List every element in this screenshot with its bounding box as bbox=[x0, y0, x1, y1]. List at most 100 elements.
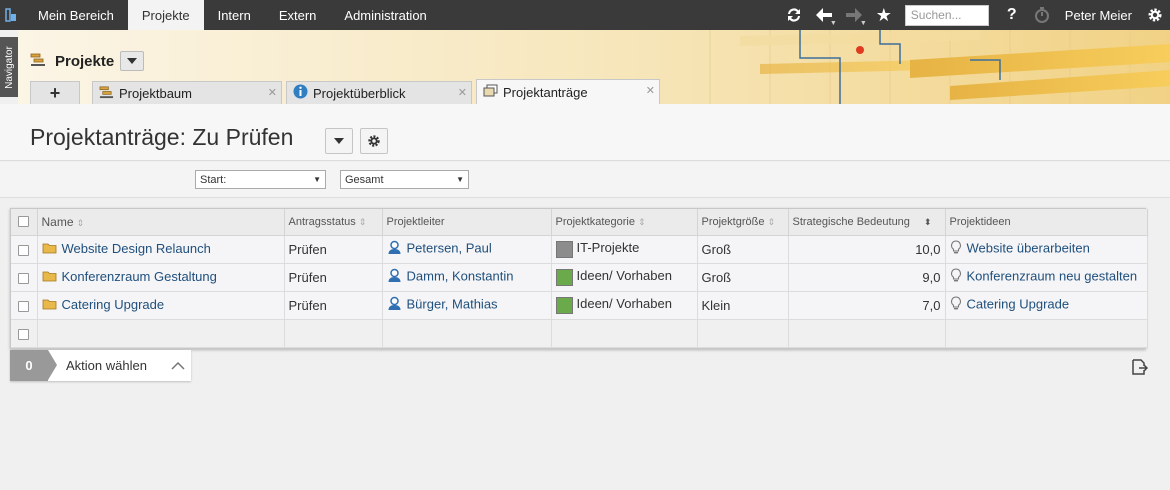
column-header-ideas[interactable]: Projektideen bbox=[945, 209, 1148, 236]
selection-count-badge: 0 bbox=[10, 350, 57, 381]
category-label: Ideen/ Vorhaben bbox=[576, 296, 672, 312]
person-icon bbox=[387, 240, 402, 258]
column-header-status[interactable]: Antragsstatus ⇕ bbox=[284, 209, 383, 236]
leader-link[interactable]: Bürger, Mathias bbox=[407, 296, 498, 311]
table-header-row: Name ⇕ Antragsstatus ⇕ Projektleiter Proje… bbox=[11, 209, 1148, 236]
table-row[interactable]: Website Design Relaunch Prüfen Petersen, P… bbox=[11, 235, 1148, 264]
folder-icon bbox=[42, 270, 57, 285]
idea-link[interactable]: Catering Upgrade bbox=[967, 296, 1070, 311]
page-header: Projektanträge: Zu Prüfen bbox=[0, 104, 1170, 161]
refresh-icon[interactable] bbox=[779, 0, 809, 30]
tab-bar: + Projektbaum ✕ Projektüberblick ✕ Proje… bbox=[30, 79, 664, 104]
nav-item-mein-bereich[interactable]: Mein Bereich bbox=[24, 0, 128, 30]
nav-item-administration[interactable]: Administration bbox=[330, 0, 440, 30]
column-label: Projektgröße bbox=[701, 215, 765, 228]
proposals-table: Name ⇕ Antragsstatus ⇕ Projektleiter Proje… bbox=[10, 208, 1148, 349]
nav-item-intern[interactable]: Intern bbox=[204, 0, 265, 30]
nav-item-projekte[interactable]: Projekte bbox=[127, 0, 204, 30]
folder-icon bbox=[42, 242, 57, 257]
column-label: Projektleiter bbox=[386, 215, 445, 228]
section-menu-button[interactable] bbox=[120, 51, 145, 71]
lightbulb-icon bbox=[950, 296, 962, 314]
cell-size: Groß bbox=[697, 235, 789, 264]
cell-idea: Catering Upgrade bbox=[945, 291, 1148, 320]
cell-leader: Damm, Konstantin bbox=[382, 263, 552, 292]
page-title: Projektanträge: Zu Prüfen bbox=[30, 124, 294, 150]
app-logo-icon[interactable] bbox=[2, 0, 20, 30]
column-header-leader[interactable]: Projektleiter bbox=[382, 209, 552, 236]
leader-link[interactable]: Petersen, Paul bbox=[407, 240, 492, 255]
cell-status: Prüfen bbox=[284, 263, 383, 292]
column-header-size[interactable]: Projektgröße ⇕ bbox=[697, 209, 789, 236]
category-label: IT-Projekte bbox=[576, 240, 640, 256]
idea-link[interactable]: Website überarbeiten bbox=[967, 240, 1090, 255]
project-link[interactable]: Catering Upgrade bbox=[62, 297, 165, 312]
page-menu-button[interactable] bbox=[325, 128, 353, 154]
project-link[interactable]: Website Design Relaunch bbox=[62, 241, 211, 256]
cell-name: Catering Upgrade bbox=[37, 291, 285, 320]
search-input[interactable]: Suchen... bbox=[904, 4, 989, 26]
row-checkbox[interactable] bbox=[18, 328, 30, 340]
idea-link[interactable]: Konferenzraum neu gestalten bbox=[967, 268, 1138, 283]
gear-icon[interactable] bbox=[1140, 0, 1170, 30]
cell-importance: 10,0 bbox=[788, 235, 946, 264]
star-icon[interactable]: ★ bbox=[869, 0, 899, 30]
empty-cell bbox=[382, 319, 552, 348]
select-all-checkbox[interactable] bbox=[18, 216, 30, 228]
export-icon[interactable] bbox=[1130, 358, 1150, 378]
action-select-dropdown[interactable]: Aktion wählen bbox=[48, 350, 191, 381]
nav-item-extern[interactable]: Extern bbox=[265, 0, 331, 30]
section-title: Projekte bbox=[30, 51, 145, 71]
table-row[interactable]: Konferenzraum Gestaltung Prüfen Damm, Kons… bbox=[11, 263, 1148, 292]
row-checkbox[interactable] bbox=[18, 244, 30, 256]
main-content: Projektanträge: Zu Prüfen Start: ▼ Gesam… bbox=[0, 104, 1170, 490]
category-color-swatch bbox=[555, 240, 573, 258]
start-filter-value: Start: bbox=[200, 173, 227, 186]
close-icon[interactable]: ✕ bbox=[268, 86, 277, 99]
empty-row bbox=[11, 319, 1148, 348]
navigator-toggle[interactable]: Navigator bbox=[0, 37, 18, 97]
empty-cell bbox=[284, 319, 383, 348]
row-checkbox[interactable] bbox=[18, 272, 30, 284]
chevron-down-icon: ▼ bbox=[456, 175, 464, 184]
scope-filter-select[interactable]: Gesamt ▼ bbox=[340, 170, 469, 189]
forward-icon[interactable]: ▼ bbox=[839, 0, 869, 30]
user-menu[interactable]: Peter Meier bbox=[1057, 8, 1140, 23]
chevron-down-icon bbox=[334, 138, 344, 144]
close-icon[interactable]: ✕ bbox=[646, 84, 655, 97]
cell-size: Groß bbox=[697, 263, 789, 292]
start-filter-select[interactable]: Start: ▼ bbox=[195, 170, 326, 189]
tab-label: Projektanträge bbox=[503, 84, 588, 100]
top-toolbar: ▼ ▼ ★ Suchen... ? Peter Meier bbox=[779, 0, 1170, 30]
tab-projektantraege[interactable]: Projektanträge ✕ bbox=[476, 79, 660, 104]
column-label: Projektideen bbox=[949, 215, 1011, 228]
close-icon[interactable]: ✕ bbox=[458, 86, 467, 99]
empty-cell bbox=[37, 319, 285, 348]
help-icon[interactable]: ? bbox=[997, 0, 1027, 30]
tab-label: Projektbaum bbox=[119, 85, 192, 101]
empty-cell bbox=[697, 319, 789, 348]
chevron-up-icon bbox=[171, 361, 185, 370]
project-link[interactable]: Konferenzraum Gestaltung bbox=[62, 269, 217, 284]
row-checkbox[interactable] bbox=[18, 300, 30, 312]
row-select-cell bbox=[11, 291, 38, 320]
column-header-importance[interactable]: Strategische Bedeutung ⬍ bbox=[788, 209, 946, 236]
back-icon[interactable]: ▼ bbox=[809, 0, 839, 30]
add-tab-button[interactable]: + bbox=[30, 81, 80, 104]
empty-cell bbox=[551, 319, 698, 348]
column-header-category[interactable]: Projektkategorie ⇕ bbox=[551, 209, 698, 236]
leader-link[interactable]: Damm, Konstantin bbox=[407, 268, 514, 283]
sort-icon: ⇕ bbox=[638, 216, 646, 227]
tab-projektueberblick[interactable]: Projektüberblick ✕ bbox=[286, 81, 472, 104]
action-bar: 0 Aktion wählen bbox=[10, 350, 191, 381]
cell-idea: Konferenzraum neu gestalten bbox=[945, 263, 1148, 292]
cell-status: Prüfen bbox=[284, 291, 383, 320]
column-header-name[interactable]: Name ⇕ bbox=[37, 209, 285, 236]
timer-icon[interactable] bbox=[1027, 0, 1057, 30]
tab-projektbaum[interactable]: Projektbaum ✕ bbox=[92, 81, 282, 104]
sort-desc-icon: ⬍ bbox=[923, 216, 932, 227]
gear-icon bbox=[368, 135, 380, 147]
filter-bar: Start: ▼ Gesamt ▼ bbox=[0, 162, 1170, 198]
page-settings-button[interactable] bbox=[360, 128, 388, 154]
table-row[interactable]: Catering Upgrade Prüfen Bürger, Mathias Ide… bbox=[11, 291, 1148, 320]
